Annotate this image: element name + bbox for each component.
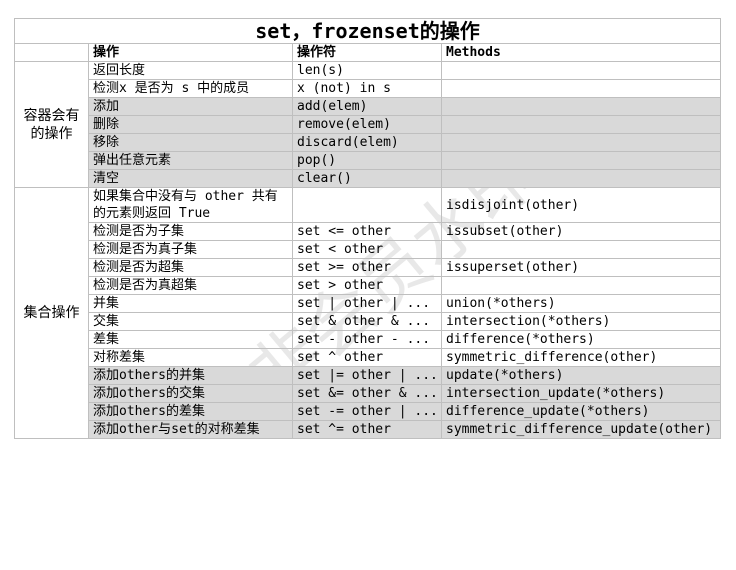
row-method: intersection_update(*others) [441, 384, 721, 403]
row-op: 检测是否为超集 [88, 258, 293, 277]
row-op: 添加others的交集 [88, 384, 293, 403]
row-method: isdisjoint(other) [441, 187, 721, 223]
row-method: update(*others) [441, 366, 721, 385]
header-operator: 操作符 [292, 43, 442, 62]
row-op: 并集 [88, 294, 293, 313]
row-op: 清空 [88, 169, 293, 188]
row-method [441, 169, 721, 188]
row-operator: set | other | ... [292, 294, 442, 313]
row-operator: x (not) in s [292, 79, 442, 98]
row-method: issubset(other) [441, 222, 721, 241]
row-method [441, 115, 721, 134]
row-method: intersection(*others) [441, 312, 721, 331]
row-op: 对称差集 [88, 348, 293, 367]
row-op: 添加others的差集 [88, 402, 293, 421]
header-operation: 操作 [88, 43, 293, 62]
row-op: 检测是否为真子集 [88, 240, 293, 259]
row-operator: len(s) [292, 61, 442, 80]
row-method: difference(*others) [441, 330, 721, 349]
operations-table: set，frozenset的操作 操作 操作符 Methods 容器会有的操作 … [14, 18, 721, 439]
row-operator: set >= other [292, 258, 442, 277]
row-operator: set &= other & ... [292, 384, 442, 403]
row-op: 移除 [88, 133, 293, 152]
row-op: 添加others的并集 [88, 366, 293, 385]
operations-table-container: set，frozenset的操作 操作 操作符 Methods 容器会有的操作 … [14, 18, 721, 439]
row-op: 返回长度 [88, 61, 293, 80]
row-operator: set > other [292, 276, 442, 295]
row-operator [292, 187, 442, 223]
row-operator: set -= other | ... [292, 402, 442, 421]
row-method [441, 97, 721, 116]
row-op: 差集 [88, 330, 293, 349]
row-operator: set <= other [292, 222, 442, 241]
row-op: 添加 [88, 97, 293, 116]
row-operator: set < other [292, 240, 442, 259]
row-op: 检测是否为子集 [88, 222, 293, 241]
row-method [441, 151, 721, 170]
row-method: symmetric_difference_update(other) [441, 420, 721, 439]
row-operator: set & other & ... [292, 312, 442, 331]
row-method [441, 79, 721, 98]
row-method: symmetric_difference(other) [441, 348, 721, 367]
row-method [441, 61, 721, 80]
row-operator: set |= other | ... [292, 366, 442, 385]
header-methods: Methods [441, 43, 721, 62]
row-operator: set ^= other [292, 420, 442, 439]
row-operator: clear() [292, 169, 442, 188]
row-op: 检测x 是否为 s 中的成员 [88, 79, 293, 98]
header-blank [14, 43, 89, 62]
row-operator: set ^ other [292, 348, 442, 367]
row-op: 添加other与set的对称差集 [88, 420, 293, 439]
row-operator: set - other - ... [292, 330, 442, 349]
group-label-container-ops: 容器会有的操作 [14, 61, 89, 188]
row-operator: remove(elem) [292, 115, 442, 134]
row-method [441, 240, 721, 259]
row-op: 如果集合中没有与 other 共有的元素则返回 True [88, 187, 293, 223]
row-method [441, 276, 721, 295]
row-op: 检测是否为真超集 [88, 276, 293, 295]
row-operator: discard(elem) [292, 133, 442, 152]
row-op: 删除 [88, 115, 293, 134]
row-method: issuperset(other) [441, 258, 721, 277]
row-op: 交集 [88, 312, 293, 331]
row-method: union(*others) [441, 294, 721, 313]
row-operator: add(elem) [292, 97, 442, 116]
row-operator: pop() [292, 151, 442, 170]
table-title: set，frozenset的操作 [14, 18, 721, 44]
group-label-set-ops: 集合操作 [14, 187, 89, 439]
row-op: 弹出任意元素 [88, 151, 293, 170]
row-method [441, 133, 721, 152]
row-method: difference_update(*others) [441, 402, 721, 421]
